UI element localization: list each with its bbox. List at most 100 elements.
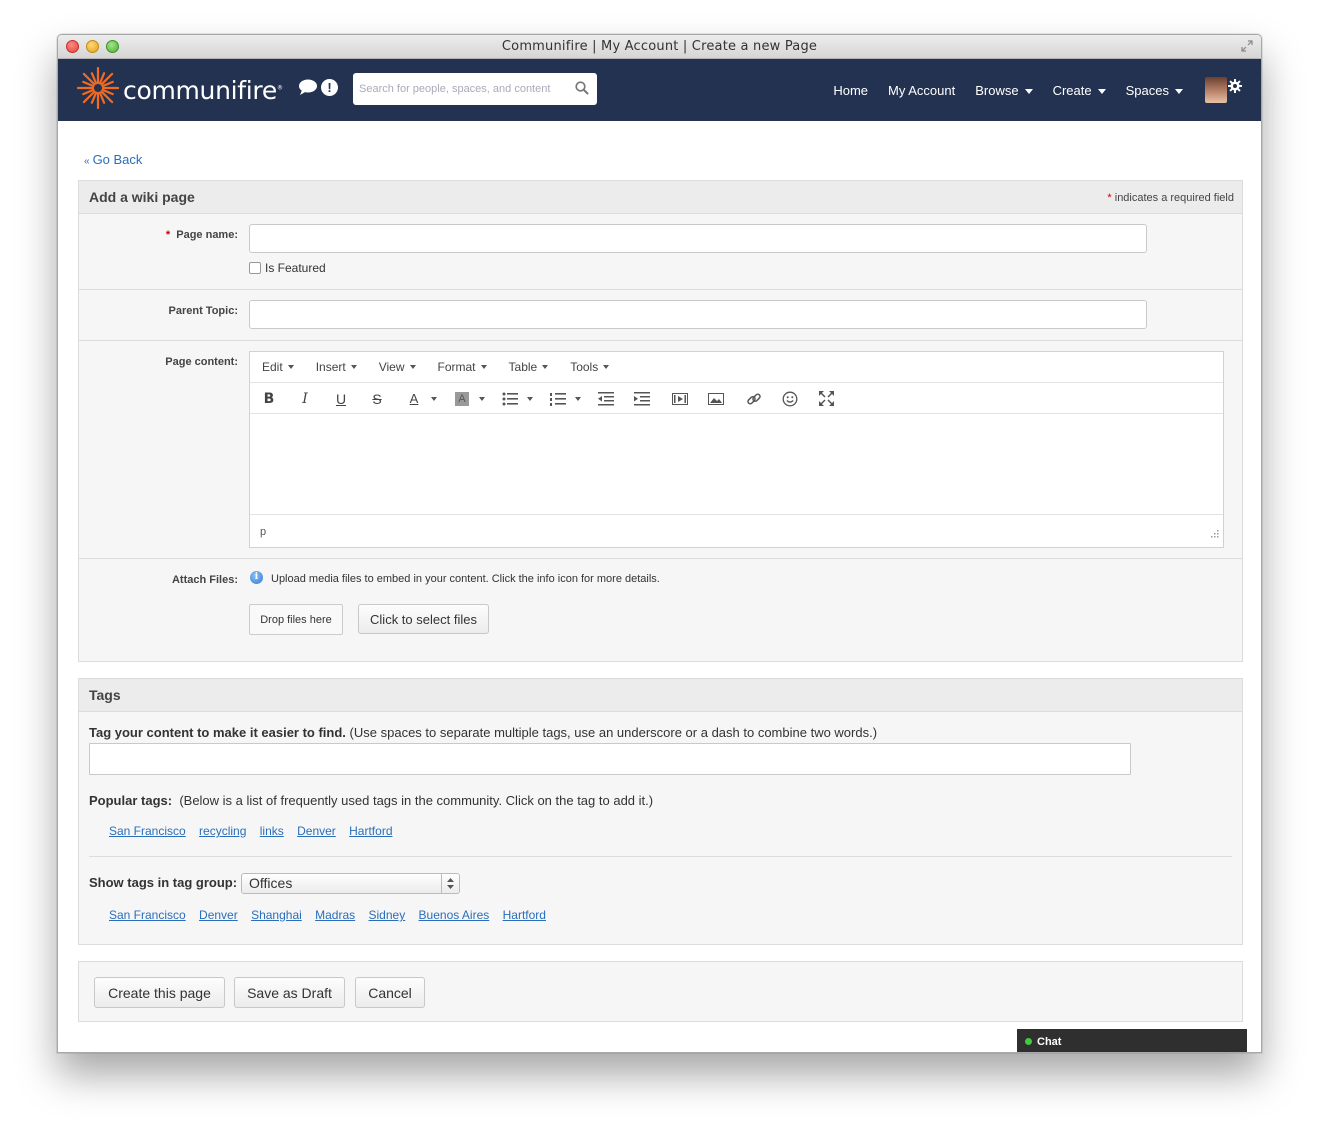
text-color-dropdown[interactable] bbox=[430, 390, 438, 407]
is-featured-checkbox[interactable] bbox=[249, 262, 261, 274]
nav-browse[interactable]: Browse bbox=[975, 82, 1033, 98]
cancel-button[interactable]: Cancel bbox=[355, 977, 425, 1008]
popular-tag[interactable]: recycling bbox=[199, 824, 246, 838]
nav-my-account[interactable]: My Account bbox=[888, 83, 955, 98]
search-icon[interactable] bbox=[575, 81, 589, 100]
numbered-list-dropdown[interactable] bbox=[574, 390, 582, 407]
page-name-label-text: Page name: bbox=[176, 229, 238, 241]
search-input[interactable] bbox=[353, 73, 563, 105]
page-name-input[interactable] bbox=[249, 224, 1147, 253]
create-page-button[interactable]: Create this page bbox=[94, 977, 225, 1008]
tag-group-selected: Offices bbox=[249, 875, 293, 891]
underline-icon[interactable]: U bbox=[334, 390, 348, 407]
tags-divider bbox=[89, 856, 1232, 857]
chat-label: Chat bbox=[1037, 1035, 1062, 1048]
editor-toolbar: B I U S A A bbox=[250, 383, 1223, 414]
menu-edit[interactable]: Edit bbox=[262, 360, 294, 374]
window-titlebar: Communifire | My Account | Create a new … bbox=[58, 35, 1261, 59]
popular-tag[interactable]: Hartford bbox=[349, 824, 392, 838]
chevron-down-icon bbox=[603, 365, 610, 369]
chat-bar[interactable]: Chat bbox=[1017, 1029, 1247, 1052]
menu-table[interactable]: Table bbox=[509, 360, 549, 374]
close-window-button[interactable] bbox=[66, 40, 79, 53]
nav-spaces[interactable]: Spaces bbox=[1126, 83, 1183, 98]
messages-icon[interactable] bbox=[298, 79, 318, 101]
nav-create-label: Create bbox=[1052, 82, 1092, 98]
fullscreen-icon[interactable] bbox=[1241, 40, 1253, 52]
notifications-icon[interactable]: ! bbox=[321, 79, 338, 96]
element-path: p bbox=[260, 526, 267, 538]
image-icon[interactable] bbox=[708, 390, 724, 407]
nav-browse-label: Browse bbox=[975, 82, 1019, 98]
info-icon[interactable]: i bbox=[250, 571, 263, 584]
brand-logo[interactable]: communifire® bbox=[76, 66, 283, 112]
menu-tools[interactable]: Tools bbox=[570, 360, 610, 374]
group-tags-list: San Francisco Denver Shanghai Madras Sid… bbox=[109, 908, 556, 922]
media-icon[interactable] bbox=[672, 390, 688, 407]
outdent-icon[interactable] bbox=[598, 390, 614, 407]
nav-spaces-label: Spaces bbox=[1125, 82, 1169, 98]
nav-home[interactable]: Home bbox=[833, 83, 868, 98]
popular-tag[interactable]: San Francisco bbox=[109, 824, 186, 838]
main-nav: Home My Account Browse Create Spaces bbox=[813, 59, 1183, 121]
italic-icon[interactable]: I bbox=[298, 390, 312, 407]
group-tag[interactable]: San Francisco bbox=[109, 908, 186, 922]
popular-tags-desc: (Below is a list of frequently used tags… bbox=[179, 793, 654, 808]
bold-icon[interactable]: B bbox=[262, 390, 276, 407]
text-color-icon[interactable]: A bbox=[406, 390, 422, 407]
popular-tags-description: Popular tags: (Below is a list of freque… bbox=[89, 793, 653, 808]
select-files-button[interactable]: Click to select files bbox=[358, 604, 489, 634]
group-tag[interactable]: Shanghai bbox=[251, 908, 302, 922]
emoticon-icon[interactable] bbox=[782, 390, 798, 407]
tag-group-select[interactable]: Offices bbox=[241, 873, 460, 894]
chevron-down-icon bbox=[409, 365, 416, 369]
attach-files-label: Attach Files: bbox=[171, 574, 238, 586]
go-back-link[interactable]: «Go Back bbox=[84, 152, 142, 167]
menu-view[interactable]: View bbox=[379, 360, 416, 374]
group-tag[interactable]: Madras bbox=[315, 908, 355, 922]
tags-instruction: Tag your content to make it easier to fi… bbox=[89, 725, 877, 740]
link-icon[interactable] bbox=[746, 390, 762, 407]
group-tag[interactable]: Hartford bbox=[503, 908, 546, 922]
attach-files-row: Attach Files: i Upload media files to em… bbox=[79, 559, 1242, 663]
group-tag[interactable]: Buenos Aires bbox=[419, 908, 490, 922]
indent-icon[interactable] bbox=[634, 390, 650, 407]
rich-text-editor: Edit Insert View Format Table Tools B I … bbox=[249, 351, 1224, 548]
page-name-row: * Page name: Is Featured bbox=[79, 214, 1242, 290]
numbered-list-icon[interactable] bbox=[550, 390, 566, 407]
group-tag[interactable]: Denver bbox=[199, 908, 238, 922]
page-name-label: * Page name: bbox=[166, 229, 238, 241]
gear-icon[interactable] bbox=[1228, 79, 1242, 98]
select-arrows-icon bbox=[441, 874, 459, 893]
zoom-window-button[interactable] bbox=[106, 40, 119, 53]
strikethrough-icon[interactable]: S bbox=[370, 390, 384, 407]
parent-topic-input[interactable] bbox=[249, 300, 1147, 329]
bullet-list-icon[interactable] bbox=[502, 390, 518, 407]
popular-tag[interactable]: Denver bbox=[297, 824, 336, 838]
fullscreen-editor-icon[interactable] bbox=[818, 390, 834, 407]
menu-insert[interactable]: Insert bbox=[316, 360, 357, 374]
chevron-down-icon bbox=[479, 396, 485, 401]
menu-table-label: Table bbox=[508, 360, 538, 374]
drop-files-zone[interactable]: Drop files here bbox=[249, 604, 343, 635]
popular-tag[interactable]: links bbox=[260, 824, 284, 838]
chevron-down-icon bbox=[1024, 88, 1033, 94]
user-avatar[interactable] bbox=[1205, 77, 1227, 103]
resize-handle-icon[interactable] bbox=[1211, 525, 1219, 543]
save-draft-button[interactable]: Save as Draft bbox=[234, 977, 345, 1008]
chevron-down-icon bbox=[527, 396, 533, 401]
required-star: * bbox=[165, 229, 171, 241]
minimize-window-button[interactable] bbox=[86, 40, 99, 53]
background-color-dropdown[interactable] bbox=[478, 390, 486, 407]
editor-content-area[interactable] bbox=[250, 414, 1223, 515]
group-tag[interactable]: Sidney bbox=[369, 908, 406, 922]
background-color-icon[interactable]: A bbox=[454, 390, 470, 407]
page-content-label: Page content: bbox=[165, 356, 238, 368]
menu-format[interactable]: Format bbox=[438, 360, 487, 374]
menu-view-label: View bbox=[378, 360, 405, 374]
tags-input[interactable] bbox=[89, 743, 1131, 775]
bullet-list-dropdown[interactable] bbox=[526, 390, 534, 407]
go-back-label: Go Back bbox=[92, 152, 143, 167]
parent-topic-row: Parent Topic: bbox=[79, 290, 1242, 341]
nav-create[interactable]: Create bbox=[1053, 83, 1106, 98]
